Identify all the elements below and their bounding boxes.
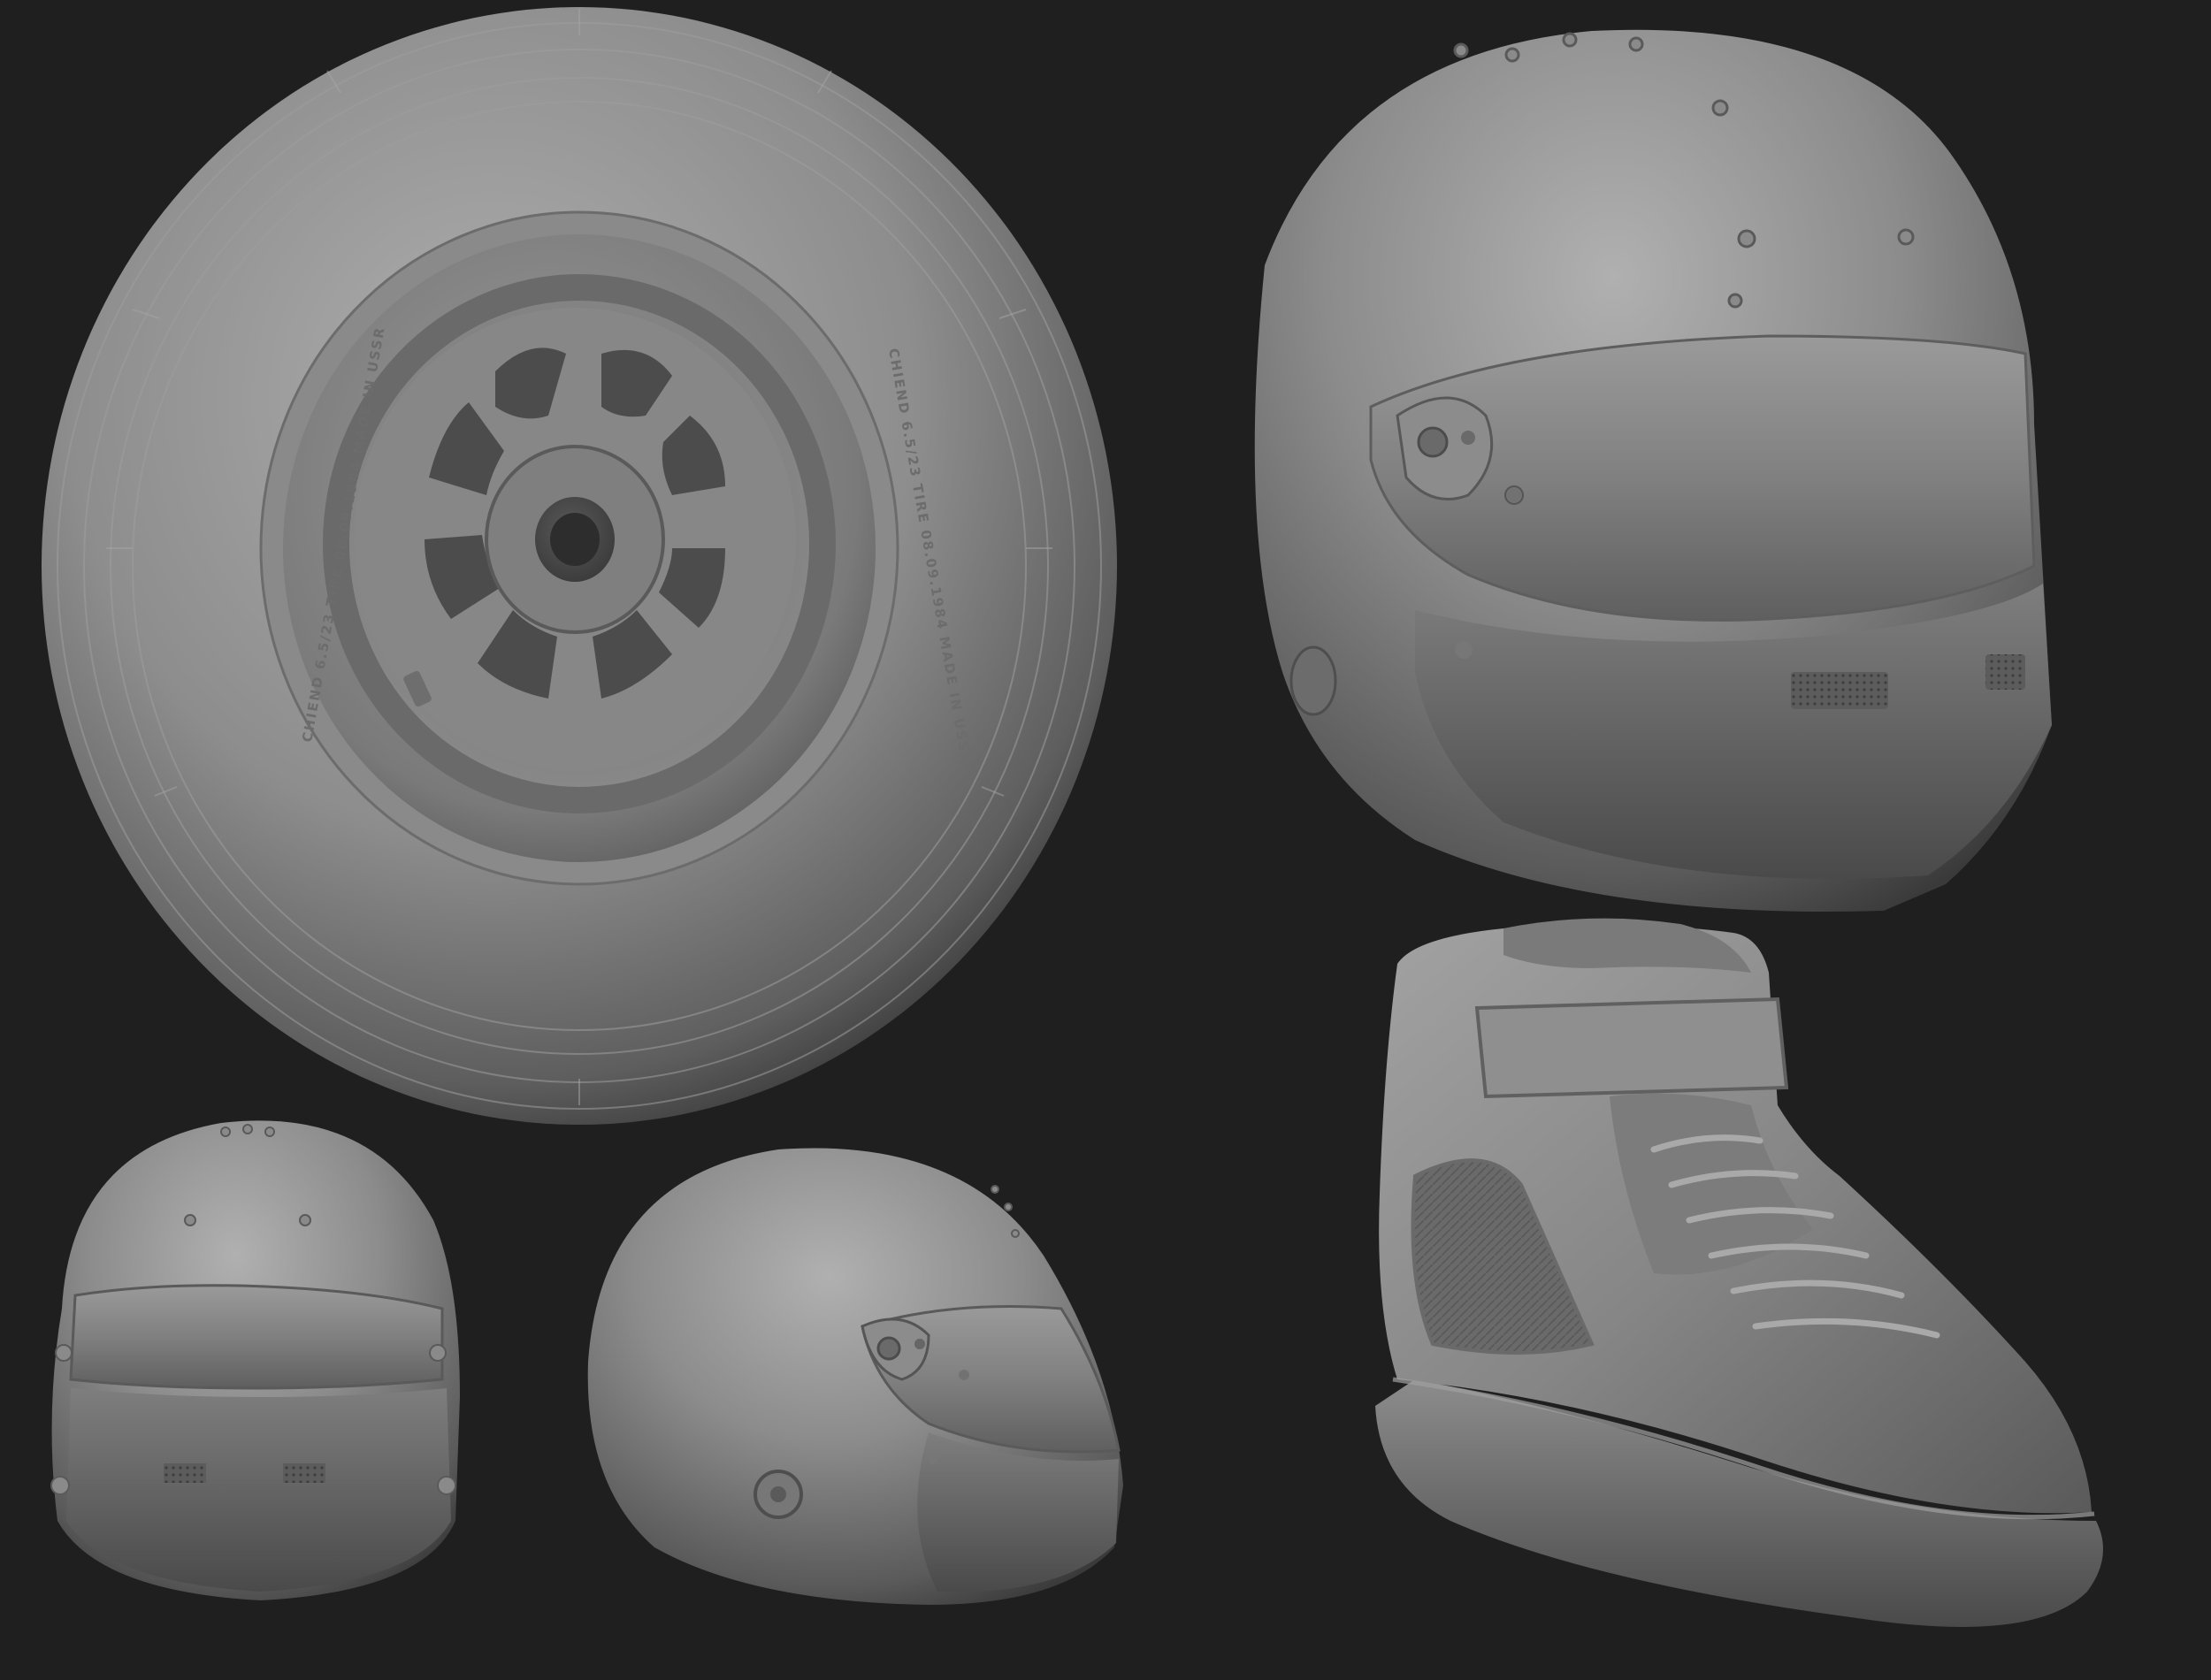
racing-helmet-three-quarter <box>1254 29 2052 912</box>
sculpt-scene: CHIEND 6.5/23 TIRE 08.09.1984 MADE IN US… <box>42 7 2103 1627</box>
racing-helmet-side <box>587 1148 1123 1605</box>
racing-helmet-front <box>50 1120 461 1600</box>
racing-tire: CHIEND 6.5/23 TIRE 08.09.1984 MADE IN US… <box>42 7 1117 1125</box>
render-canvas: CHIEND 6.5/23 TIRE 08.09.1984 MADE IN US… <box>0 0 2211 1680</box>
racing-boot <box>1375 918 2103 1627</box>
